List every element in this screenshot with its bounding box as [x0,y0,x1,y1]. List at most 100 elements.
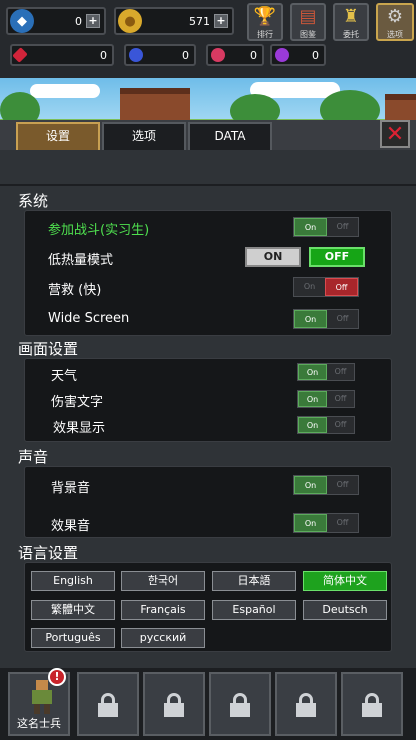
blue-gem-value: 0 [182,48,189,62]
locked-slot-2[interactable] [77,672,139,736]
soldier-slots: 这名士兵 ! [0,668,416,740]
lang-russian[interactable]: русский [121,628,205,648]
top-bar: ◆ 0 + ● 571 + 🏆 排行 ▤ 图鉴 ♜ 委托 ⚙ 选项 0 0 0 … [0,0,416,78]
lang-german[interactable]: Deutsch [303,600,387,620]
section-title-graphics: 画面设置 [18,340,79,358]
settings-panel: 系统 参加战斗(实习生) On Off 低热量模式 ON OFF 营救 (快) … [0,150,416,668]
red-gem-value: 0 [100,48,107,62]
pink-gem-counter: 0 [206,44,264,66]
toggle-off: Off [336,222,349,231]
toggle-off: Off [336,518,349,527]
row-label-sfx: 效果音 [51,519,91,534]
diamond-icon: ◆ [10,9,34,33]
slot-1-label: 这名士兵 [17,717,61,730]
toggle-off: Off [334,394,347,403]
toggle-off: Off [334,367,347,376]
codex-label: 图鉴 [300,30,316,39]
gear-icon: ⚙ [386,6,404,27]
toggle-on: On [298,417,327,433]
lock-icon [296,693,316,717]
section-title-language: 语言设置 [18,544,79,562]
lang-korean[interactable]: 한국어 [121,571,205,591]
trophy-icon: 🏆 [253,6,277,27]
soldier-icon [28,680,56,714]
close-icon: ✕ [385,121,405,147]
locked-slot-6[interactable] [341,672,403,736]
tab-settings[interactable]: 设置 [16,122,100,150]
lang-traditional-chinese[interactable]: 繁體中文 [31,600,115,620]
commission-label: 委托 [343,30,359,39]
section-title-system: 系统 [18,192,49,210]
toggle-off: Off [334,420,347,429]
diamond-value: 0 [75,14,82,28]
toggle-on: On [294,476,327,494]
toggle-off: Off [336,480,349,489]
lang-french[interactable]: Français [121,600,205,620]
lang-portuguese[interactable]: Português [31,628,115,648]
pink-gem-icon [211,48,225,62]
lang-spanish[interactable]: Español [212,600,296,620]
sfx-toggle[interactable]: On Off [293,513,359,533]
toggle-off: Off [325,278,358,296]
add-diamond-button[interactable]: + [86,14,100,28]
locked-slot-4[interactable] [209,672,271,736]
wide-screen-toggle[interactable]: On Off [293,309,359,329]
purple-gem-value: 0 [312,48,319,62]
ranking-label: 排行 [257,30,273,39]
options-button[interactable]: ⚙ 选项 [376,3,414,41]
locked-slot-3[interactable] [143,672,205,736]
commission-button[interactable]: ♜ 委托 [333,3,369,41]
lock-icon [98,693,118,717]
lock-icon [362,693,382,717]
low-power-on-button[interactable]: ON [245,247,301,267]
weather-toggle[interactable]: On Off [297,363,355,381]
graphics-box: 天气 On Off 伤害文字 On Off 效果显示 On Off [24,358,392,442]
lang-japanese[interactable]: 日本語 [212,571,296,591]
row-label-low-power: 低热量模式 [48,253,114,268]
blue-gem-icon [129,48,143,62]
gold-counter: ● 571 + [114,7,234,35]
codex-button[interactable]: ▤ 图鉴 [290,3,326,41]
toggle-on: On [294,310,327,328]
options-label: 选项 [387,30,403,39]
locked-slot-5[interactable] [275,672,337,736]
alert-badge: ! [48,668,66,686]
lock-icon [230,693,250,717]
close-button[interactable]: ✕ [380,120,410,148]
toggle-on: On [294,218,327,236]
lang-english[interactable]: English [31,571,115,591]
battle-toggle[interactable]: On Off [293,217,359,237]
bgm-toggle[interactable]: On Off [293,475,359,495]
add-gold-button[interactable]: + [214,14,228,28]
toggle-on: On [298,364,327,380]
diamond-counter: ◆ 0 + [6,7,106,35]
lock-icon [164,693,184,717]
low-power-off-button[interactable]: OFF [309,247,365,267]
toggle-on: On [298,391,327,407]
gold-value: 571 [189,14,210,28]
system-box: 参加战斗(实习生) On Off 低热量模式 ON OFF 营救 (快) On … [24,210,392,336]
row-label-damage-text: 伤害文字 [51,395,104,410]
row-label-rescue: 营救 (快) [48,283,102,298]
rescue-toggle[interactable]: On Off [293,277,359,297]
pink-gem-value: 0 [250,48,257,62]
tab-options[interactable]: 选项 [102,122,186,150]
toggle-off: Off [336,314,349,323]
toggle-on: On [303,282,316,291]
tab-data[interactable]: DATA [188,122,272,150]
coin-icon: ● [118,9,142,33]
effects-toggle[interactable]: On Off [297,416,355,434]
ranking-button[interactable]: 🏆 排行 [247,3,283,41]
sound-box: 背景音 On Off 效果音 On Off [24,466,392,538]
damage-text-toggle[interactable]: On Off [297,390,355,408]
soldier-slot-1[interactable]: 这名士兵 ! [8,668,70,736]
purple-gem-icon [275,48,289,62]
language-box: English 한국어 日本語 简体中文 繁體中文 Français Españ… [24,562,392,652]
purple-gem-counter: 0 [270,44,326,66]
row-label-bgm: 背景音 [51,481,91,496]
row-label-wide-screen: Wide Screen [48,311,130,326]
lang-simplified-chinese[interactable]: 简体中文 [303,571,387,591]
blue-gem-counter: 0 [124,44,196,66]
row-label-effects: 效果显示 [53,421,106,436]
tab-bar: 设置 选项 DATA [0,120,416,150]
